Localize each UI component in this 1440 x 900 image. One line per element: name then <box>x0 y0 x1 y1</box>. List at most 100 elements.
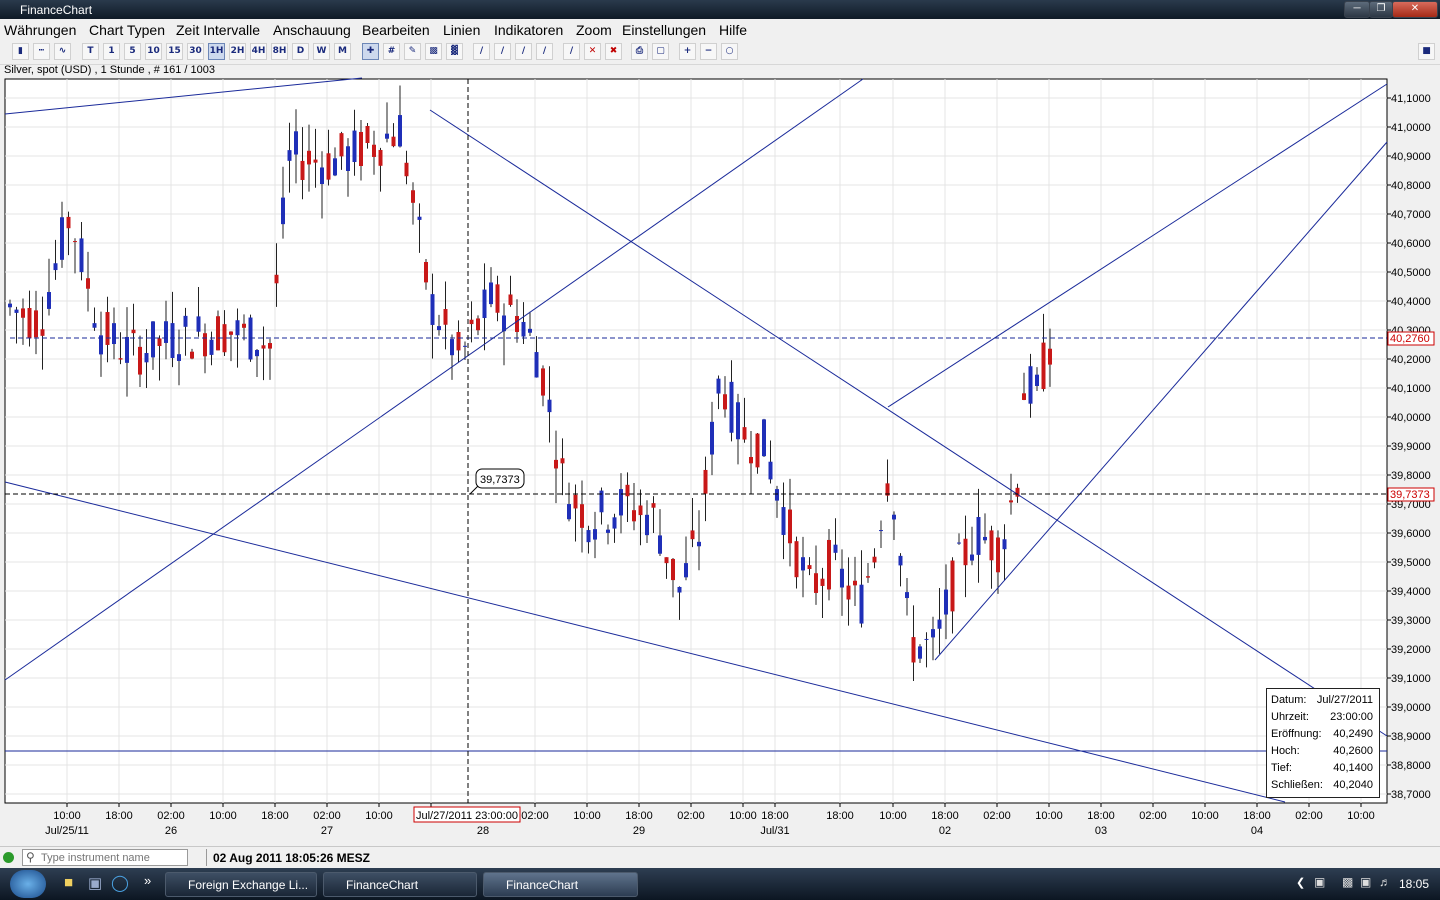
signal-icon[interactable]: ▩ <box>1342 875 1353 889</box>
close-button[interactable]: ✕ <box>1392 1 1438 18</box>
histogram-icon[interactable]: ▓ <box>446 43 463 60</box>
interval-d-button[interactable]: D <box>292 43 309 60</box>
volume-icon[interactable]: ▩ <box>425 43 442 60</box>
x-tick-label: 10:00 <box>1035 810 1063 822</box>
grid-icon[interactable]: # <box>383 43 400 60</box>
browser-icon[interactable]: ◯ <box>111 873 129 893</box>
candle-down <box>554 459 558 469</box>
y-tick-label: 40,0000 <box>1391 412 1431 424</box>
taskbar-item-financechart-2[interactable]: FinanceChart <box>483 872 638 897</box>
interval-5-button[interactable]: 5 <box>124 43 141 60</box>
candle-up <box>177 354 181 361</box>
candle-up <box>196 316 201 332</box>
interval-30-button[interactable]: 30 <box>187 43 204 60</box>
menu-bearbeiten[interactable]: Bearbeiten <box>362 22 430 38</box>
candle-up <box>697 541 701 547</box>
candle-up <box>729 381 734 433</box>
menu-linien[interactable]: Linien <box>443 22 480 38</box>
menu-zoom[interactable]: Zoom <box>576 22 612 38</box>
volume-tray-icon[interactable]: ♬ <box>1379 875 1391 889</box>
candle-up <box>79 238 84 273</box>
print-icon[interactable]: ⎙ <box>631 43 648 60</box>
candle-up <box>437 326 441 331</box>
price-chart[interactable]: 41,1000 41,0000 40,9000 40,8000 40,7000 40,60… <box>0 76 1440 846</box>
ohlc-row-open: Eröffnung: 40,2490 <box>1271 728 1373 740</box>
candlestick-chart-icon[interactable]: ▮ <box>12 43 29 60</box>
x-tick-label: 10:00 <box>209 810 237 822</box>
candle-up <box>450 339 454 356</box>
menu-anschauung[interactable]: Anschauung <box>273 22 351 38</box>
crosshair-icon[interactable]: ✚ <box>362 43 379 60</box>
candle-up <box>716 378 721 394</box>
bar-chart-icon[interactable]: ┅ <box>33 43 50 60</box>
menu-zeit-intervalle[interactable]: Zeit Intervalle <box>176 22 260 38</box>
trend-line-icon[interactable]: ∕ <box>473 43 490 60</box>
print-preview-icon[interactable]: ▢ <box>652 43 669 60</box>
y-tick-label: 40,7000 <box>1391 209 1431 221</box>
delete-line-icon[interactable]: ✕ <box>584 43 601 60</box>
x-tick-label: 02:00 <box>1139 810 1167 822</box>
channel-line-icon[interactable]: ∕ <box>494 43 511 60</box>
y-tick-label: 40,2000 <box>1391 354 1431 366</box>
interval-m-button[interactable]: M <box>334 43 351 60</box>
edit-line-icon[interactable]: ∕ <box>563 43 580 60</box>
ohlc-row-date: Datum: Jul/27/2011 <box>1271 694 1373 706</box>
interval-10-button[interactable]: 10 <box>145 43 162 60</box>
y-tick-label: 39,2000 <box>1391 644 1431 656</box>
dock-panel-icon[interactable]: ■ <box>1418 43 1435 60</box>
interval-1h-button[interactable]: 1H <box>208 43 225 60</box>
interval-t-button[interactable]: T <box>82 43 99 60</box>
taskbar-item-financechart-1[interactable]: FinanceChart <box>323 872 477 897</box>
candle-down <box>853 580 857 586</box>
menu-einstellungen[interactable]: Einstellungen <box>622 22 706 38</box>
x-tick-label: 18:00 <box>1087 810 1115 822</box>
interval-w-button[interactable]: W <box>313 43 330 60</box>
candle-up <box>944 589 948 615</box>
candle-up <box>385 133 389 139</box>
candle-down <box>365 126 370 144</box>
x-tick-label: 10:00 <box>53 810 81 822</box>
candle-down <box>560 458 565 464</box>
candle-up <box>801 557 805 571</box>
minimize-button[interactable]: ─ <box>1344 1 1370 18</box>
candle-up <box>482 289 487 319</box>
instrument-search-input[interactable] <box>22 849 188 866</box>
menu-waehrungen[interactable]: Währungen <box>4 22 76 38</box>
taskbar-item-browser[interactable]: Foreign Exchange Li... <box>165 872 317 897</box>
desktop-icon[interactable]: ▣ <box>88 874 102 892</box>
menu-hilfe[interactable]: Hilfe <box>719 22 747 38</box>
monitor-icon[interactable]: ▣ <box>1360 875 1371 889</box>
candle-up <box>183 315 188 327</box>
interval-15-button[interactable]: 15 <box>166 43 183 60</box>
quicklaunch-more-icon[interactable]: » <box>144 873 151 888</box>
interval-8h-button[interactable]: 8H <box>271 43 288 60</box>
candle-up <box>684 563 688 578</box>
candle-down <box>27 308 32 339</box>
annotation-icon[interactable]: ✎ <box>404 43 421 60</box>
network-icon[interactable]: ▣ <box>1314 875 1325 889</box>
fibonacci-icon[interactable]: ∕ <box>515 43 532 60</box>
candle-down <box>1022 393 1026 400</box>
menu-indikatoren[interactable]: Indikatoren <box>494 22 563 38</box>
candle-up <box>957 542 961 544</box>
candle-down <box>118 358 123 360</box>
zoom-out-icon[interactable]: − <box>700 43 717 60</box>
fan-lines-icon[interactable]: ∕ <box>536 43 553 60</box>
delete-all-lines-icon[interactable]: ✖ <box>605 43 622 60</box>
zoom-reset-icon[interactable]: ○ <box>721 43 738 60</box>
toolbar: ▮ ┅ ∿ T 1 5 10 15 30 1H 2H 4H 8H D W M ✚… <box>0 40 1440 65</box>
maximize-button[interactable]: ❐ <box>1369 1 1393 18</box>
folder-icon[interactable]: ■ <box>64 874 73 891</box>
line-chart-icon[interactable]: ∿ <box>54 43 71 60</box>
zoom-in-icon[interactable]: + <box>679 43 696 60</box>
interval-2h-button[interactable]: 2H <box>229 43 246 60</box>
candle-down <box>424 262 428 283</box>
interval-4h-button[interactable]: 4H <box>250 43 267 60</box>
menu-chart-typen[interactable]: Chart Typen <box>89 22 165 38</box>
taskbar: ■ ▣ ◯ » Foreign Exchange Li... FinanceCh… <box>0 868 1440 900</box>
tray-expand-icon[interactable]: ❮ <box>1296 876 1305 889</box>
status-timestamp: 02 Aug 2011 18:05:26 MESZ <box>213 851 370 865</box>
candle-up <box>92 323 97 328</box>
interval-1-button[interactable]: 1 <box>103 43 120 60</box>
start-button[interactable] <box>10 870 46 898</box>
